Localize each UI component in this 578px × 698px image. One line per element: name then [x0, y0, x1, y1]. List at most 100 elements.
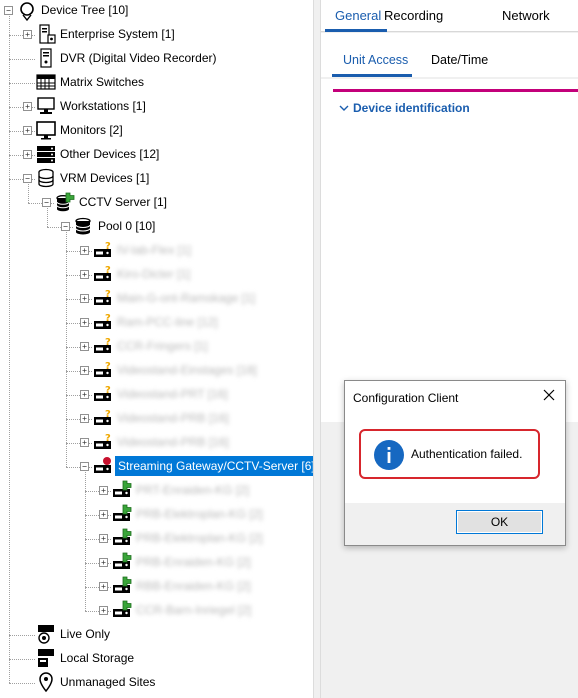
tree-node[interactable]: +? Videostand-PRB [16] — [0, 430, 318, 454]
workstation-icon — [35, 95, 57, 117]
tree-node[interactable]: + Other Devices [12] — [0, 142, 318, 166]
tree-node-label[interactable]: Videostand-Einstages [18] — [115, 362, 259, 378]
expand-toggle[interactable]: + — [80, 246, 89, 255]
tree-node-label[interactable]: RBB-Enraiden-KG [2] — [134, 578, 253, 594]
encoder-ok-icon — [111, 503, 133, 525]
collapse-toggle[interactable]: − — [4, 6, 13, 15]
ok-button[interactable]: OK — [456, 510, 543, 534]
tree-node[interactable]: Local Storage — [0, 646, 318, 670]
tab-network[interactable]: Network — [502, 7, 550, 25]
tab-general[interactable]: General — [335, 7, 381, 25]
chevron-down-icon[interactable] — [339, 103, 349, 113]
dialog-body: Authentication failed. — [345, 415, 565, 503]
tree-node[interactable]: DVR (Digital Video Recorder) — [0, 46, 318, 70]
tree-node[interactable]: +? Kiro-Dicter [1] — [0, 262, 318, 286]
tree-node[interactable]: +? Videostand-PRB [16] — [0, 406, 318, 430]
section-divider — [333, 89, 578, 92]
tree-node-label[interactable]: Videostand-PRB [16] — [115, 434, 231, 450]
expand-toggle[interactable]: + — [80, 438, 89, 447]
tree-node-label[interactable]: PRB-Elektroplan-KG [2] — [134, 530, 265, 546]
tree-node[interactable]: +? Ram-PCC-line [12] — [0, 310, 318, 334]
live-only-icon — [35, 623, 57, 645]
tree-node-label[interactable]: CCTV Server [1] — [77, 194, 169, 210]
tree-node[interactable]: + RBB-Enraiden-KG [2] — [0, 574, 318, 598]
tree-node[interactable]: +? Main-G-ont-Ramskage [1] — [0, 286, 318, 310]
tree-node[interactable]: +? Videostand-Einstages [18] — [0, 358, 318, 382]
tree-node-label[interactable]: CCR-Fringers [1] — [115, 338, 210, 354]
tree-node[interactable]: + Enterprise System [1] — [0, 22, 318, 46]
tree-node-label[interactable]: PRT-Enraiden-KG [2] — [134, 482, 251, 498]
tree-node-label[interactable]: Matrix Switches — [58, 74, 146, 90]
tab-date-time[interactable]: Date/Time — [431, 52, 488, 68]
expand-toggle[interactable]: + — [99, 510, 108, 519]
tab-recording[interactable]: Recording — [384, 7, 443, 25]
tree-node-label[interactable]: Live Only — [58, 626, 112, 642]
tree-node-label[interactable]: Videostand-PRT [16] — [115, 386, 230, 402]
tree-node-label[interactable]: Local Storage — [58, 650, 136, 666]
expand-toggle[interactable]: + — [80, 366, 89, 375]
tree-node-label[interactable]: Videostand-PRB [16] — [115, 410, 231, 426]
tree-node[interactable]: + PRB-Elektroplan-KG [2] — [0, 502, 318, 526]
expand-toggle[interactable]: + — [99, 534, 108, 543]
tree-node[interactable]: − VRM Devices [1] — [0, 166, 318, 190]
expand-toggle[interactable]: + — [99, 486, 108, 495]
encoder-warning-icon: ? — [92, 239, 114, 261]
tree-node[interactable]: +? Videostand-PRT [16] — [0, 382, 318, 406]
tree-node[interactable]: + Workstations [1] — [0, 94, 318, 118]
tree-node[interactable]: − Pool 0 [10] — [0, 214, 318, 238]
tree-node-label[interactable]: Pool 0 [10] — [96, 218, 157, 234]
tree-node[interactable]: Live Only — [0, 622, 318, 646]
tree-node-label[interactable]: Monitors [2] — [58, 122, 125, 138]
tree-node-label[interactable]: PRB-Elektroplan-KG [2] — [134, 506, 265, 522]
tree-node-label[interactable]: Other Devices [12] — [58, 146, 161, 162]
collapse-toggle[interactable]: − — [80, 462, 89, 471]
tree-node-label[interactable]: Streaming Gateway/CCTV-Server [6] — [115, 456, 318, 476]
tree-node[interactable]: − Device Tree [10] — [0, 0, 318, 22]
active-subtab-indicator — [332, 74, 412, 77]
collapse-toggle[interactable]: − — [23, 174, 32, 183]
tree-node-label[interactable]: Workstations [1] — [58, 98, 148, 114]
tree-node-label[interactable]: IV-lab-Flex [1] — [115, 242, 193, 258]
tree-node[interactable]: + Monitors [2] — [0, 118, 318, 142]
tree-node-label[interactable]: PRB-Enraiden-KG [2] — [134, 554, 253, 570]
tree-node-label[interactable]: CCR-Barn-Inriegel [2] — [134, 602, 253, 618]
tree-node[interactable]: + PRB-Elektroplan-KG [2] — [0, 526, 318, 550]
expand-toggle[interactable]: + — [80, 414, 89, 423]
tree-node-label[interactable]: Device Tree [10] — [39, 2, 130, 18]
tree-node[interactable]: +? IV-lab-Flex [1] — [0, 238, 318, 262]
tree-node-label[interactable]: Enterprise System [1] — [58, 26, 177, 42]
tree-node-label[interactable]: Kiro-Dicter [1] — [115, 266, 192, 282]
tree-node[interactable]: + PRT-Enraiden-KG [2] — [0, 478, 318, 502]
expand-toggle[interactable]: + — [23, 150, 32, 159]
expand-toggle[interactable]: + — [80, 270, 89, 279]
encoder-ok-icon — [111, 575, 133, 597]
expand-toggle[interactable]: + — [80, 294, 89, 303]
tree-node[interactable]: Matrix Switches — [0, 70, 318, 94]
close-icon[interactable] — [542, 388, 556, 402]
expand-toggle[interactable]: + — [23, 102, 32, 111]
panel-splitter[interactable] — [313, 0, 321, 698]
tree-node-label[interactable]: VRM Devices [1] — [58, 170, 151, 186]
tree-node[interactable]: − CCTV Server [1] — [0, 190, 318, 214]
tab-unit-access[interactable]: Unit Access — [343, 52, 408, 68]
collapse-toggle[interactable]: − — [61, 222, 70, 231]
expand-toggle[interactable]: + — [80, 318, 89, 327]
tree-node-label[interactable]: Unmanaged Sites — [58, 674, 157, 690]
expand-toggle[interactable]: + — [99, 558, 108, 567]
tree-node[interactable]: +? CCR-Fringers [1] — [0, 334, 318, 358]
expand-toggle[interactable]: + — [99, 582, 108, 591]
expand-toggle[interactable]: + — [23, 30, 32, 39]
tree-node-label[interactable]: DVR (Digital Video Recorder) — [58, 50, 219, 66]
tree-node-label[interactable]: Ram-PCC-line [12] — [115, 314, 220, 330]
tree-node[interactable]: + CCR-Barn-Inriegel [2] — [0, 598, 318, 622]
expand-toggle[interactable]: + — [99, 606, 108, 615]
expand-toggle[interactable]: + — [80, 342, 89, 351]
expand-toggle[interactable]: + — [80, 390, 89, 399]
section-header-device-identification[interactable]: Device identification — [353, 100, 470, 116]
tree-node[interactable]: − Streaming Gateway/CCTV-Server [6] — [0, 454, 318, 478]
tree-node[interactable]: + PRB-Enraiden-KG [2] — [0, 550, 318, 574]
expand-toggle[interactable]: + — [23, 126, 32, 135]
collapse-toggle[interactable]: − — [42, 198, 51, 207]
tree-node-label[interactable]: Main-G-ont-Ramskage [1] — [115, 290, 257, 306]
tree-node[interactable]: Unmanaged Sites — [0, 670, 318, 694]
